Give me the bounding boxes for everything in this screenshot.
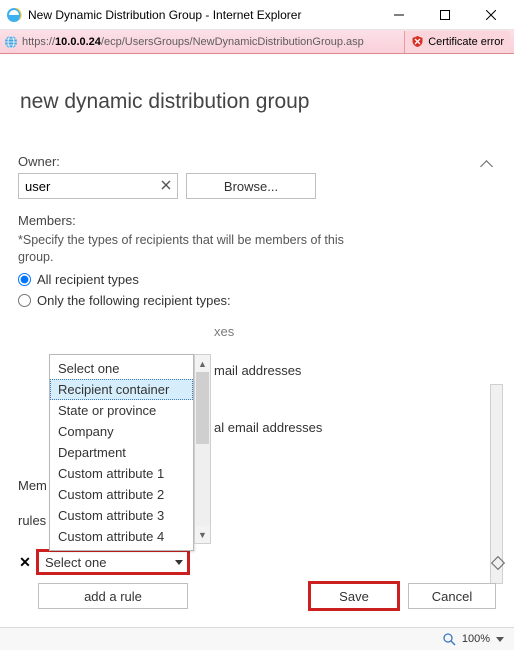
scroll-down-button[interactable]: ▼ <box>195 526 210 543</box>
address-bar: https://10.0.0.24/ecp/UsersGroups/NewDyn… <box>0 30 514 54</box>
zoom-level[interactable]: 100% <box>462 633 490 645</box>
dropdown-option[interactable]: Department <box>50 442 193 463</box>
radio-only-recipients[interactable]: Only the following recipient types: <box>18 293 482 308</box>
members-label: Members: <box>18 213 482 228</box>
dropdown-option[interactable]: Custom attribute 2 <box>50 484 193 505</box>
chevron-down-icon <box>493 554 503 564</box>
cancel-button[interactable]: Cancel <box>408 583 496 609</box>
rule-attribute-combo[interactable]: Select one <box>38 551 188 573</box>
members-description: *Specify the types of recipients that wi… <box>18 232 348 266</box>
dropdown-option[interactable]: Company <box>50 421 193 442</box>
scroll-thumb[interactable] <box>196 372 209 444</box>
close-icon <box>161 180 171 190</box>
dropdown-option[interactable]: Custom attribute 3 <box>50 505 193 526</box>
certificate-error-text: Certificate error <box>428 36 504 48</box>
radio-all-recipients[interactable]: All recipient types <box>18 272 482 287</box>
owner-input[interactable] <box>18 173 178 199</box>
ie-icon <box>6 7 22 23</box>
save-button[interactable]: Save <box>310 583 398 609</box>
certificate-error-badge[interactable]: Certificate error <box>404 31 510 53</box>
dropdown-option[interactable]: Custom attribute 4 <box>50 526 193 547</box>
magnifier-icon <box>443 633 456 646</box>
window-close-button[interactable] <box>468 0 514 30</box>
status-bar: 100% <box>0 627 514 650</box>
clear-owner-button[interactable] <box>158 177 174 193</box>
page-content: new dynamic distribution group Owner: Br… <box>0 54 514 627</box>
dropdown-option[interactable]: State or province <box>50 400 193 421</box>
chevron-up-icon <box>482 158 492 168</box>
dropdown-option[interactable]: Custom attribute 1 <box>50 463 193 484</box>
address-url[interactable]: https://10.0.0.24/ecp/UsersGroups/NewDyn… <box>22 36 400 48</box>
scroll-up-button[interactable]: ▲ <box>195 355 210 372</box>
owner-label: Owner: <box>18 154 482 169</box>
url-scheme: https:// <box>22 36 55 48</box>
remove-rule-button[interactable]: ✕ <box>18 554 32 571</box>
obscured-option-1: xes <box>214 324 482 339</box>
radio-only-label: Only the following recipient types: <box>37 293 231 308</box>
section-collapse-toggle-bottom[interactable] <box>493 552 503 567</box>
chevron-down-icon <box>175 560 183 565</box>
combo-value: Select one <box>45 555 106 570</box>
obscured-option-2: mail addresses <box>214 363 482 378</box>
dropdown-option[interactable]: Select one <box>50 358 193 379</box>
add-rule-button[interactable]: add a rule <box>38 583 188 609</box>
browse-button[interactable]: Browse... <box>186 173 316 199</box>
radio-only-input[interactable] <box>18 294 31 307</box>
shield-error-icon <box>411 35 424 48</box>
obscured-option-3: al email addresses <box>214 420 482 435</box>
page-title: new dynamic distribution group <box>20 90 496 114</box>
dropdown-scrollbar[interactable]: ▲ ▼ <box>194 354 211 544</box>
window-titlebar: New Dynamic Distribution Group - Interne… <box>0 0 514 30</box>
window-minimize-button[interactable] <box>376 0 422 30</box>
zoom-caret-icon[interactable] <box>496 637 504 642</box>
radio-all-input[interactable] <box>18 273 31 286</box>
section-collapse-toggle[interactable] <box>482 156 496 171</box>
radio-all-label: All recipient types <box>37 272 139 287</box>
rule-attribute-dropdown[interactable]: Select one Recipient container State or … <box>49 354 194 551</box>
url-host: 10.0.0.24 <box>55 36 101 48</box>
globe-icon <box>4 35 18 49</box>
window-title: New Dynamic Distribution Group - Interne… <box>28 8 376 22</box>
window-maximize-button[interactable] <box>422 0 468 30</box>
dropdown-option-recipient-container[interactable]: Recipient container <box>50 379 193 400</box>
url-path: /ecp/UsersGroups/NewDynamicDistributionG… <box>101 36 364 48</box>
